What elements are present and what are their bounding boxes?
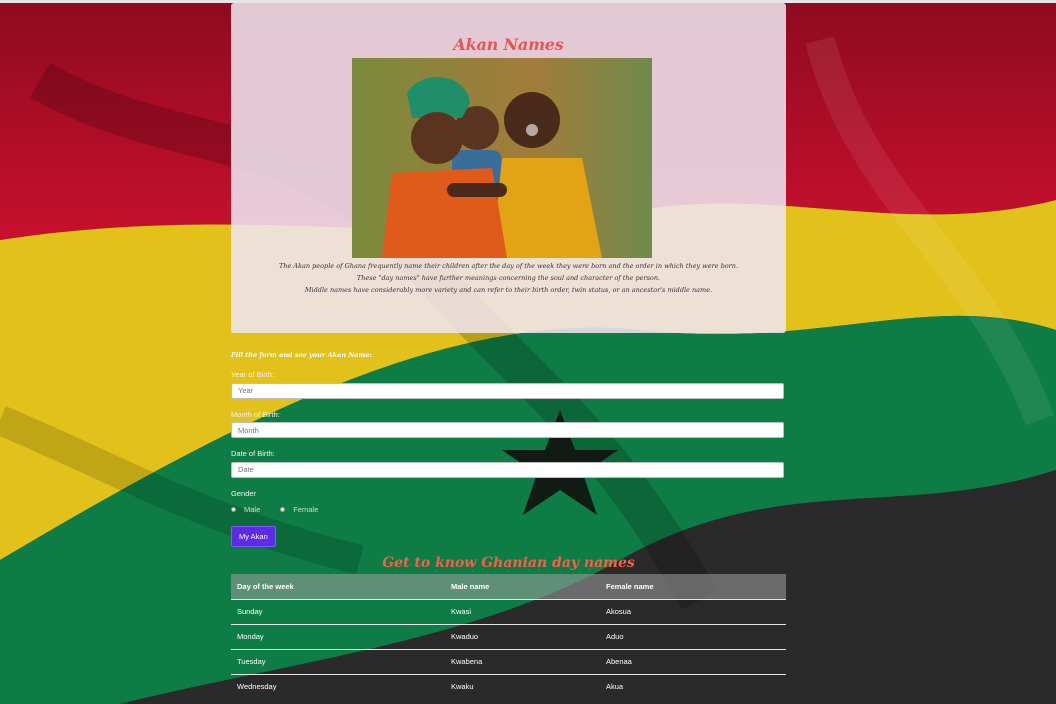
cell-day: Sunday [231, 598, 445, 624]
cell-male: Kwasi [445, 598, 600, 624]
gender-options: Male Female [231, 505, 786, 515]
day-names-table: Day of the week Male name Female name Su… [231, 573, 786, 699]
akan-form: Fill the form and see your Akan Name: Ye… [231, 351, 786, 547]
header-male: Male name [445, 573, 600, 599]
year-label: Year of Birth: [231, 370, 275, 379]
intro-text: The Akan people of Ghana frequently name… [231, 260, 786, 296]
cell-female: Abenaa [600, 648, 786, 674]
cell-female: Akua [600, 673, 786, 699]
intro-line: Middle names have considerably more vari… [304, 286, 713, 294]
cell-female: Akosua [600, 598, 786, 624]
page-title: Akan Names [453, 35, 564, 54]
form-title: Fill the form and see your Akan Name: [231, 351, 372, 359]
cell-male: Kwaku [445, 673, 600, 699]
intro-line: These "day names" have further meanings … [356, 274, 661, 282]
header-female: Female name [600, 573, 786, 599]
female-radio-label[interactable]: Female [293, 505, 318, 514]
header-day: Day of the week [231, 573, 445, 599]
male-radio[interactable] [231, 507, 236, 512]
table-row: Sunday Kwasi Akosua [231, 598, 786, 624]
hero-card: Akan Names The Akan people of Ghana freq… [231, 3, 786, 333]
cell-day: Tuesday [231, 648, 445, 674]
table-row: Tuesday Kwabena Abenaa [231, 648, 786, 674]
cell-male: Kwabena [445, 648, 600, 674]
cell-day: Wednesday [231, 673, 445, 699]
table-header-row: Day of the week Male name Female name [231, 573, 786, 599]
children-photo [352, 58, 652, 258]
cell-day: Monday [231, 623, 445, 649]
submit-button[interactable]: My Akan [231, 525, 276, 547]
month-input[interactable] [231, 422, 784, 438]
year-input[interactable] [231, 382, 784, 399]
male-radio-label[interactable]: Male [244, 505, 260, 514]
table-row: Wednesday Kwaku Akua [231, 673, 786, 699]
day-names-title: Get to know Ghanian day names [382, 554, 635, 571]
table-row: Monday Kwaduo Aduo [231, 623, 786, 649]
date-label: Date of Birth: [231, 449, 275, 458]
cell-male: Kwaduo [445, 623, 600, 649]
intro-line: The Akan people of Ghana frequently name… [278, 262, 739, 270]
gender-label: Gender [231, 488, 257, 498]
month-label: Month of Birth: [231, 409, 280, 419]
date-input[interactable] [231, 461, 784, 478]
female-radio[interactable] [280, 507, 286, 512]
main-container: Akan Names The Akan people of Ghana freq… [231, 3, 786, 699]
cell-female: Aduo [600, 623, 786, 649]
